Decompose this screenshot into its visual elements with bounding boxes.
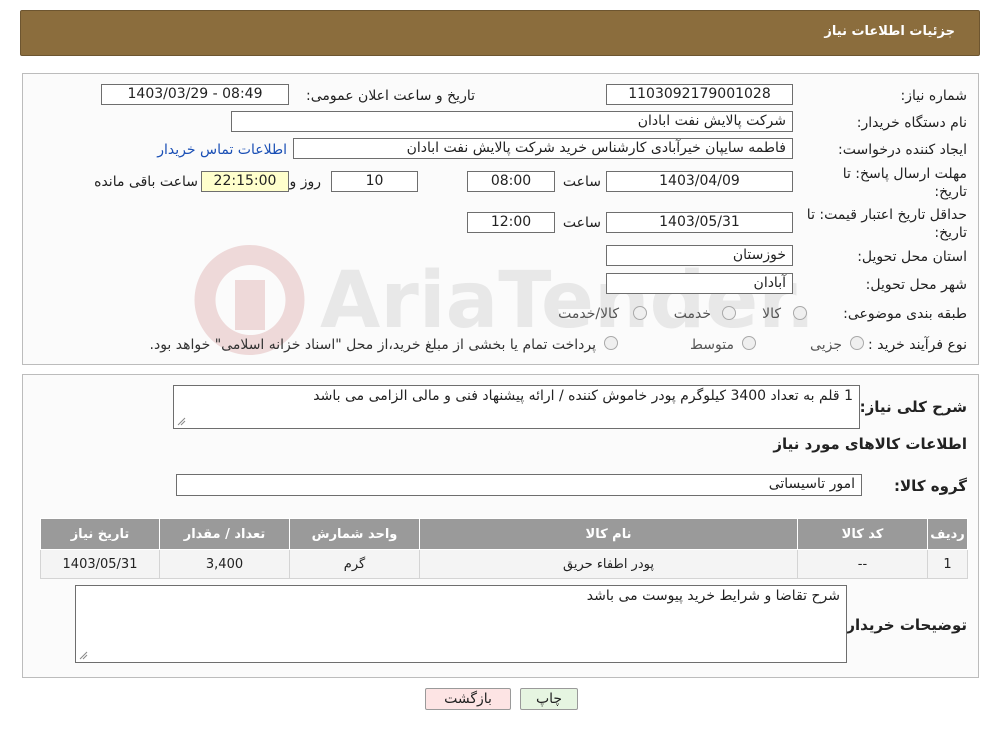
- announce-label: تاریخ و ساعت اعلان عمومی:: [306, 88, 475, 104]
- cell-need-date: 1403/05/31: [40, 549, 160, 579]
- cell-code: --: [797, 549, 928, 579]
- page-title: جزئیات اطلاعات نیاز: [824, 24, 955, 39]
- goods-table-header: ردیف کد کالا نام کالا واحد شمارش تعداد /…: [40, 518, 968, 550]
- col-unit: واحد شمارش: [289, 518, 420, 550]
- buyer-contact-link[interactable]: اطلاعات تماس خریدار: [157, 142, 287, 158]
- col-quantity: تعداد / مقدار: [159, 518, 290, 550]
- validity-time-label: ساعت: [562, 215, 601, 231]
- days-label: روز و: [289, 174, 322, 190]
- need-number-field[interactable]: 1103092179001028: [606, 84, 793, 105]
- province-label: استان محل تحویل:: [857, 249, 967, 265]
- category-label: طبقه بندی موضوعی:: [843, 306, 967, 322]
- category-option-service: خدمت: [673, 306, 711, 322]
- creator-label: ایجاد کننده درخواست:: [838, 142, 967, 158]
- col-code: کد کالا: [797, 518, 928, 550]
- remaining-time-field[interactable]: 22:15:00: [201, 171, 289, 192]
- process-treasury-note: پرداخت تمام یا بخشی از مبلغ خرید،از محل …: [149, 337, 596, 353]
- need-description-text: 1 قلم به تعداد 3400 کیلوگرم پودر خاموش ک…: [313, 388, 853, 404]
- deadline-date-field[interactable]: 1403/04/09: [606, 171, 793, 192]
- category-radio-goods-service[interactable]: [633, 306, 647, 320]
- validity-label: حداقل تاریخ اعتبار قیمت: تا: [806, 207, 967, 223]
- deadline-label-date: تاریخ:: [934, 184, 967, 200]
- goods-group-label: گروه کالا:: [894, 477, 967, 495]
- creator-field[interactable]: فاطمه سایپان خیرآبادی کارشناس خرید شرکت …: [293, 138, 793, 159]
- cell-name: پودر اطفاء حریق: [419, 549, 798, 579]
- city-field[interactable]: آبادان: [606, 273, 793, 294]
- deadline-label: مهلت ارسال پاسخ: تا: [842, 166, 967, 182]
- buyer-notes-text: شرح تقاضا و شرایط خرید پیوست می باشد: [586, 588, 840, 604]
- buyer-org-field[interactable]: شرکت پالایش نفت ابادان: [231, 111, 793, 132]
- goods-table: ردیف کد کالا نام کالا واحد شمارش تعداد /…: [40, 518, 968, 579]
- goods-info-title: اطلاعات کالاهای مورد نیاز: [773, 435, 967, 453]
- process-radio-minor[interactable]: [850, 336, 864, 350]
- category-radio-goods[interactable]: [793, 306, 807, 320]
- cell-row: 1: [927, 549, 968, 579]
- announce-datetime-field[interactable]: 1403/03/29 - 08:49: [101, 84, 289, 105]
- print-button[interactable]: چاپ: [520, 688, 578, 710]
- col-need-date: تاریخ نیاز: [40, 518, 160, 550]
- deadline-time-field[interactable]: 08:00: [467, 171, 555, 192]
- cell-quantity: 3,400: [159, 549, 290, 579]
- remaining-label: ساعت باقی مانده: [94, 174, 198, 190]
- table-row: 1 -- پودر اطفاء حریق گرم 3,400 1403/05/3…: [40, 549, 968, 579]
- buyer-notes-label: توضیحات خریدار:: [840, 616, 967, 634]
- city-label: شهر محل تحویل:: [865, 277, 967, 293]
- buyer-org-label: نام دستگاه خریدار:: [856, 115, 967, 131]
- process-checkbox-treasury[interactable]: [604, 336, 618, 350]
- validity-label-date: تاریخ:: [934, 225, 967, 241]
- back-button[interactable]: بازگشت: [425, 688, 511, 710]
- col-row: ردیف: [927, 518, 968, 550]
- deadline-time-label: ساعت: [562, 174, 601, 190]
- process-option-minor: جزیی: [810, 337, 842, 353]
- need-description-textarea[interactable]: 1 قلم به تعداد 3400 کیلوگرم پودر خاموش ک…: [173, 385, 860, 429]
- days-field[interactable]: 10: [331, 171, 418, 192]
- buyer-notes-textarea[interactable]: شرح تقاضا و شرایط خرید پیوست می باشد: [75, 585, 847, 663]
- process-label: نوع فرآیند خرید :: [868, 337, 967, 353]
- category-option-goods-service: کالا/خدمت: [558, 306, 619, 322]
- need-description-label: شرح کلی نیاز:: [859, 398, 967, 416]
- province-field[interactable]: خوزستان: [606, 245, 793, 266]
- resize-grip-icon[interactable]: [78, 650, 88, 660]
- category-option-goods: کالا: [762, 306, 781, 322]
- category-radio-service[interactable]: [722, 306, 736, 320]
- goods-group-field[interactable]: امور تاسیساتی: [176, 474, 862, 496]
- page-header: جزئیات اطلاعات نیاز: [20, 10, 980, 56]
- need-number-label: شماره نیاز:: [900, 88, 968, 104]
- validity-time-field[interactable]: 12:00: [467, 212, 555, 233]
- cell-unit: گرم: [289, 549, 420, 579]
- validity-date-field[interactable]: 1403/05/31: [606, 212, 793, 233]
- resize-grip-icon[interactable]: [176, 416, 186, 426]
- process-option-medium: متوسط: [690, 337, 734, 353]
- col-name: نام کالا: [419, 518, 798, 550]
- process-radio-medium[interactable]: [742, 336, 756, 350]
